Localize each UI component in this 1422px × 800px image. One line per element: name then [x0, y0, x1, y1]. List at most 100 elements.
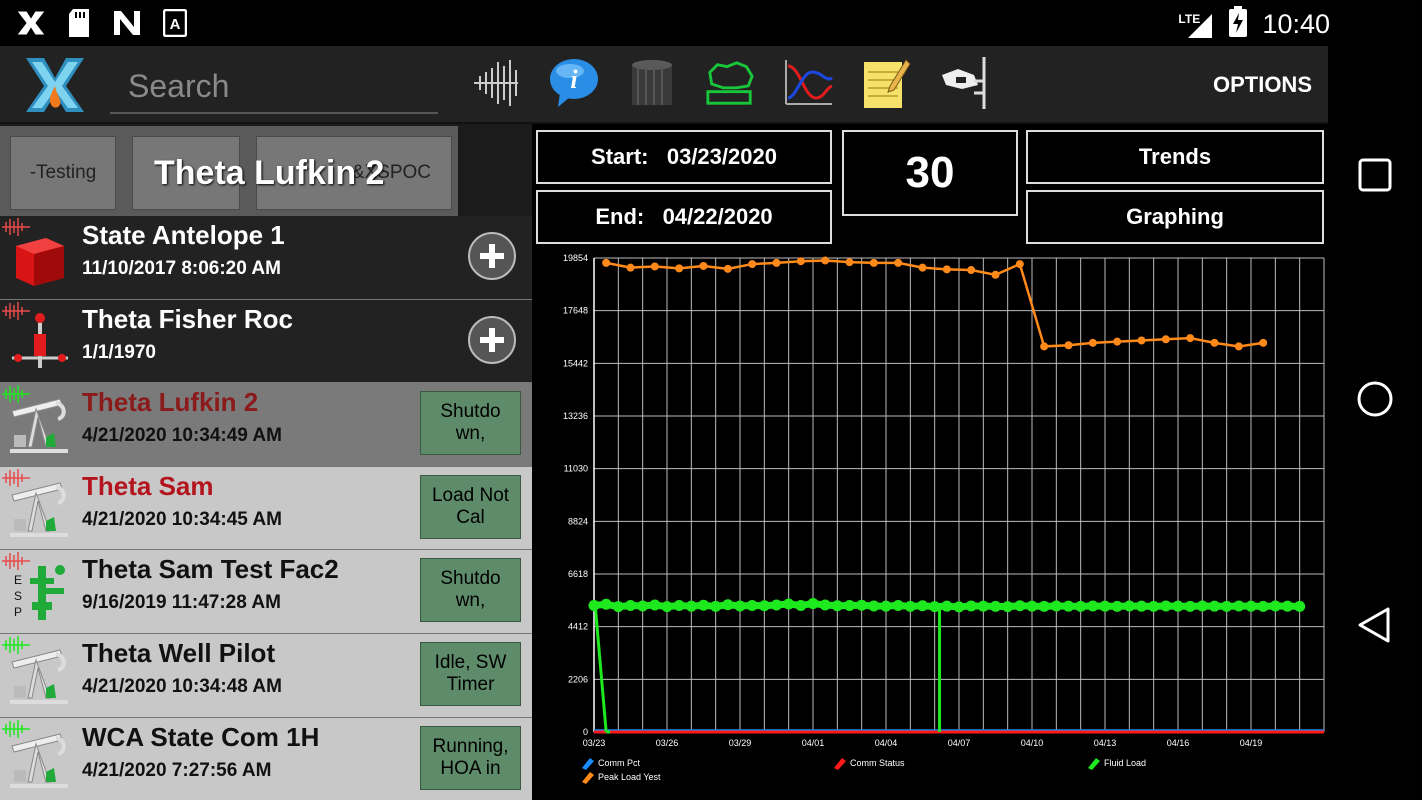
well-timestamp: 11/10/2017 8:06:20 AM — [82, 258, 281, 279]
x-tick-label: 04/10 — [1021, 738, 1044, 748]
peak-load-point — [1015, 260, 1024, 269]
well-status-button[interactable]: Load Not Cal — [420, 474, 521, 539]
well-name: Theta Sam — [82, 470, 214, 501]
end-date-value: 04/22/2020 — [662, 204, 773, 229]
fluid-load-point — [831, 600, 843, 612]
peak-load-point — [675, 264, 684, 273]
x-tick-label: 04/19 — [1240, 738, 1263, 748]
y-tick-label: 4412 — [568, 622, 588, 632]
well-timestamp: 4/21/2020 10:34:48 AM — [82, 675, 282, 697]
well-name: Theta Well Pilot — [82, 637, 276, 668]
app-root: A LTE 10:40 Search i OPTIONS -Testing &X… — [0, 0, 1422, 800]
peak-load-point — [626, 263, 635, 272]
fluid-load-point — [1136, 600, 1147, 612]
x-app-icon — [16, 8, 46, 38]
legend-label: Comm Status — [850, 758, 905, 768]
peak-load-point — [796, 257, 805, 266]
y-tick-label: 0 — [583, 727, 588, 737]
peak-load-point — [1137, 336, 1146, 345]
trend-graph-icon[interactable] — [782, 54, 834, 112]
peak-load-point — [845, 258, 854, 267]
home-button[interactable] — [1356, 380, 1394, 418]
end-date-button[interactable]: End: 04/22/2020 — [536, 190, 832, 244]
tank-icon[interactable] — [626, 54, 678, 112]
fluid-load-point — [1038, 600, 1050, 612]
fluid-load-point — [844, 599, 855, 611]
fluid-load-point — [1075, 600, 1087, 612]
add-button[interactable] — [468, 315, 516, 364]
well-status-button[interactable]: Idle, SW Timer — [420, 641, 521, 706]
days-range-button[interactable]: 30 — [842, 130, 1018, 216]
y-tick-label: 11030 — [564, 464, 588, 474]
options-button[interactable]: OPTIONS — [1213, 72, 1312, 98]
peak-load-point — [967, 266, 976, 275]
well-status-button[interactable]: Shutdo wn, — [420, 391, 521, 456]
peak-load-point — [942, 265, 951, 274]
well-timestamp: 9/16/2019 11:47:28 AM — [82, 592, 281, 614]
system-navigation-bar — [1328, 46, 1422, 800]
peak-load-point — [602, 258, 611, 267]
fluid-load-point — [1111, 600, 1123, 612]
fluid-load-point — [819, 599, 831, 611]
waveform-icon[interactable] — [470, 54, 522, 112]
fluid-load-point — [1184, 600, 1196, 612]
fluid-load-point — [1123, 600, 1135, 612]
well-row[interactable]: WCA State Com 1H 4/21/2020 7:27:56 AM Runn… — [0, 717, 532, 800]
trends-button[interactable]: Trends — [1026, 130, 1324, 184]
plus-icon — [480, 244, 504, 268]
graphing-button[interactable]: Graphing — [1026, 190, 1324, 244]
x-tick-label: 04/16 — [1167, 738, 1190, 748]
add-button[interactable] — [468, 232, 516, 280]
y-tick-label: 13236 — [563, 411, 588, 421]
fluid-load-point — [1014, 600, 1026, 612]
recents-button[interactable] — [1356, 156, 1394, 194]
xspoc-logo[interactable] — [22, 56, 88, 114]
start-date-button[interactable]: Start: 03/23/2020 — [536, 130, 832, 184]
well-row[interactable]: State Antelope 1 11/10/2017 8:06:20 AM — [0, 216, 532, 300]
valve-icon[interactable] — [938, 54, 990, 112]
legend-swatch — [582, 758, 594, 770]
fluid-load-point — [807, 598, 819, 610]
fluid-load-point — [612, 601, 624, 613]
svg-text:i: i — [570, 65, 578, 94]
fluid-load-point — [600, 598, 612, 610]
well-name: Theta Fisher Roc — [82, 303, 293, 334]
search-input[interactable]: Search — [110, 54, 438, 114]
well-row[interactable]: Theta Fisher Roc 1/1/1970 — [0, 299, 532, 384]
peak-load-point — [918, 263, 927, 272]
well-row[interactable]: E S P Theta Sam Test Fac2 9/16/2019 11:47:28… — [0, 550, 532, 634]
start-label: Start: — [591, 144, 649, 169]
fluid-load-point — [1257, 600, 1269, 612]
notepad-icon[interactable] — [860, 54, 912, 112]
map-icon[interactable] — [704, 54, 756, 112]
fluid-load-point — [856, 599, 868, 611]
well-row[interactable]: Theta Lufkin 2 4/21/2020 10:34:49 AM Shutd… — [0, 383, 532, 467]
well-timestamp: 4/21/2020 7:27:56 AM — [82, 759, 272, 781]
info-icon[interactable]: i — [548, 54, 600, 112]
y-tick-label: 6618 — [568, 569, 588, 579]
y-tick-label: 15442 — [563, 358, 588, 368]
x-tick-label: 03/23 — [583, 738, 606, 748]
well-row[interactable]: Theta Well Pilot 4/21/2020 10:34:48 AM Idl… — [0, 633, 532, 718]
peak-load-point — [821, 256, 830, 265]
well-status-button[interactable]: Running, HOA in — [420, 725, 521, 790]
legend-swatch — [1088, 758, 1100, 770]
fluid-load-point — [1282, 600, 1293, 612]
peak-load-point — [869, 258, 878, 267]
peak-load-point — [991, 270, 1000, 279]
fluid-load-point — [868, 600, 880, 612]
tab-testing[interactable]: -Testing — [10, 136, 116, 210]
selected-well-title: Theta Lufkin 2 — [154, 154, 385, 192]
trend-chart[interactable]: 0 2206 4412 6618 8824 11030 13236 15442 17648 198… — [538, 250, 1328, 800]
fluid-load-point — [953, 601, 965, 613]
fluid-load-point — [710, 600, 722, 612]
fluid-load-point — [1099, 600, 1111, 612]
x-tick-label: 04/01 — [802, 738, 825, 748]
well-status-button[interactable]: Shutdo wn, — [420, 558, 521, 623]
clock: 10:40 — [1262, 9, 1330, 39]
back-button[interactable] — [1356, 606, 1394, 644]
pumpjack-icon — [6, 475, 72, 543]
well-row[interactable]: Theta Sam 4/21/2020 10:34:45 AM Load Not C… — [0, 466, 532, 551]
fluid-load-point — [1196, 600, 1208, 612]
fluid-load-point — [892, 599, 904, 611]
